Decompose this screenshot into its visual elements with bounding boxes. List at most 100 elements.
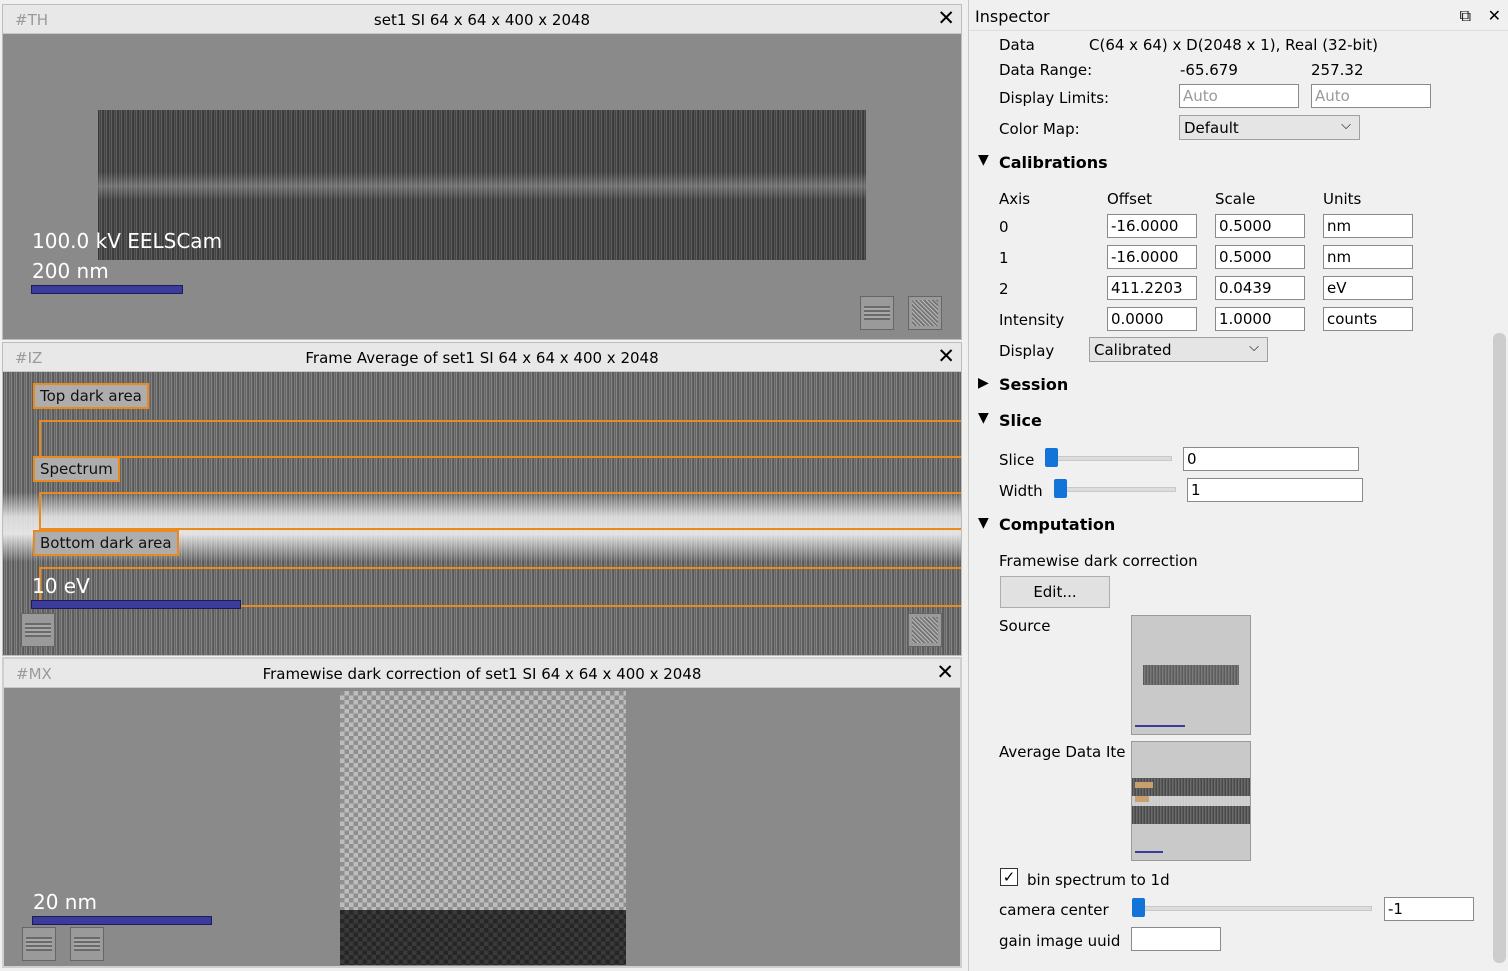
data-range-max: 257.32 xyxy=(1311,61,1364,79)
thumbnail-source-2[interactable] xyxy=(70,927,104,961)
scale-bar xyxy=(31,600,241,609)
camera-center-field[interactable]: -1 xyxy=(1384,897,1474,921)
triangle-down-icon[interactable]: ▼ xyxy=(978,152,989,168)
col-header-scale: Scale xyxy=(1215,190,1256,208)
col-header-units: Units xyxy=(1323,190,1362,208)
thumbnail-dependent[interactable] xyxy=(908,613,942,647)
slice-slider-handle[interactable] xyxy=(1045,448,1058,467)
scale-bar xyxy=(31,285,183,294)
close-icon[interactable]: ✕ xyxy=(937,6,955,30)
scale-label: 20 nm xyxy=(33,890,97,914)
computation-heading[interactable]: Computation xyxy=(999,515,1115,534)
gain-image-label: gain image uuid xyxy=(999,932,1121,950)
display-limit-high-field[interactable]: Auto xyxy=(1311,84,1431,108)
color-map-label: Color Map: xyxy=(999,120,1080,138)
close-icon[interactable]: ✕ xyxy=(937,344,955,368)
calibrations-heading[interactable]: Calibrations xyxy=(999,153,1108,172)
calibration-units-field[interactable]: counts xyxy=(1323,307,1413,331)
average-data-preview[interactable] xyxy=(1131,741,1251,861)
slice-label: Slice xyxy=(999,451,1035,469)
camera-center-slider-handle[interactable] xyxy=(1132,898,1145,917)
preview-image xyxy=(1143,665,1239,685)
data-value: C(64 x 64) x D(2048 x 1), Real (32-bit) xyxy=(1089,36,1378,54)
panel-title-bar: #TH set1 SI 64 x 64 x 400 x 2048 ✕ xyxy=(3,5,961,34)
calibration-units-field[interactable]: eV xyxy=(1323,276,1413,300)
calibration-offset-field[interactable]: -16.0000 xyxy=(1107,214,1197,238)
region-top-dark-area[interactable] xyxy=(39,420,961,458)
close-icon[interactable]: ✕ xyxy=(1488,6,1501,25)
average-data-label: Average Data Ite xyxy=(999,743,1126,761)
slice-field[interactable]: 0 xyxy=(1183,447,1359,471)
data-label: Data xyxy=(999,36,1035,54)
scale-label: 10 eV xyxy=(32,574,90,598)
calibration-units-field[interactable]: nm xyxy=(1323,245,1413,269)
preview-scale-bar xyxy=(1135,725,1185,727)
calibration-units-field[interactable]: nm xyxy=(1323,214,1413,238)
computation-name: Framewise dark correction xyxy=(999,552,1198,570)
region-label[interactable]: Bottom dark area xyxy=(33,530,179,556)
width-slider[interactable] xyxy=(1054,487,1176,492)
data-range-label: Data Range: xyxy=(999,61,1093,79)
calibration-axis: 2 xyxy=(999,280,1009,298)
display-select[interactable]: Calibrated ⌵ xyxy=(1089,337,1268,362)
preview-image xyxy=(1132,778,1250,824)
calibration-axis: Intensity xyxy=(999,311,1065,329)
camera-center-slider[interactable] xyxy=(1132,906,1372,911)
width-label: Width xyxy=(999,482,1043,500)
triangle-down-icon[interactable]: ▼ xyxy=(978,410,989,426)
image-display[interactable] xyxy=(340,691,626,965)
display-limits-label: Display Limits: xyxy=(999,89,1110,107)
slice-slider[interactable] xyxy=(1045,456,1172,461)
thumbnail-source[interactable] xyxy=(860,296,894,330)
float-window-icon[interactable]: ⧉ xyxy=(1460,6,1471,26)
bin-spectrum-label[interactable]: bin spectrum to 1d xyxy=(1027,871,1170,889)
source-preview[interactable] xyxy=(1131,615,1251,735)
scale-bar xyxy=(32,916,212,925)
close-icon[interactable]: ✕ xyxy=(936,660,954,684)
thumbnail-dependent[interactable] xyxy=(908,296,942,330)
panel-title: Frame Average of set1 SI 64 x 64 x 400 x… xyxy=(305,349,659,367)
col-header-axis: Axis xyxy=(999,190,1031,208)
edit-button[interactable]: Edit... xyxy=(1000,576,1110,608)
color-map-value: Default xyxy=(1184,119,1239,137)
display-panel-top[interactable]: #TH set1 SI 64 x 64 x 400 x 2048 ✕ 100.0… xyxy=(2,4,962,340)
panel-title: set1 SI 64 x 64 x 400 x 2048 xyxy=(373,11,591,29)
display-limit-low-field[interactable]: Auto xyxy=(1179,84,1299,108)
display-panel-bottom[interactable]: #MX Framewise dark correction of set1 SI… xyxy=(2,657,962,968)
panel-title-bar: #IZ Frame Average of set1 SI 64 x 64 x 4… xyxy=(3,343,961,372)
bin-spectrum-checkbox[interactable]: ✓ xyxy=(1000,868,1018,886)
calibration-offset-field[interactable]: 411.2203 xyxy=(1107,276,1197,300)
calibration-scale-field[interactable]: 0.5000 xyxy=(1215,214,1305,238)
inspector-title: Inspector xyxy=(975,7,1050,26)
color-map-select[interactable]: Default ⌵ xyxy=(1179,115,1360,140)
calibration-offset-field[interactable]: -16.0000 xyxy=(1107,245,1197,269)
region-spectrum[interactable] xyxy=(39,492,961,530)
source-label: Source xyxy=(999,617,1051,635)
width-field[interactable]: 1 xyxy=(1187,478,1363,502)
display-panel-middle[interactable]: #IZ Frame Average of set1 SI 64 x 64 x 4… xyxy=(2,342,962,656)
scale-label: 200 nm xyxy=(32,259,109,283)
session-heading[interactable]: Session xyxy=(999,375,1068,394)
triangle-right-icon[interactable]: ▶ xyxy=(978,375,989,391)
dark-strip xyxy=(340,910,626,965)
calibration-offset-field[interactable]: 0.0000 xyxy=(1107,307,1197,331)
width-slider-handle[interactable] xyxy=(1054,479,1067,498)
calibration-scale-field[interactable]: 0.0439 xyxy=(1215,276,1305,300)
chevron-down-icon: ⌵ xyxy=(1341,118,1351,133)
calibration-scale-field[interactable]: 0.5000 xyxy=(1215,245,1305,269)
thumbnail-source[interactable] xyxy=(22,927,56,961)
region-label[interactable]: Spectrum xyxy=(33,456,120,482)
triangle-down-icon[interactable]: ▼ xyxy=(978,515,989,531)
calibration-axis: 1 xyxy=(999,249,1009,267)
slice-heading[interactable]: Slice xyxy=(999,411,1042,430)
display-label: Display xyxy=(999,342,1055,360)
inspector-scrollbar[interactable] xyxy=(1493,333,1506,963)
chevron-down-icon: ⌵ xyxy=(1249,340,1259,355)
col-header-offset: Offset xyxy=(1107,190,1153,208)
gain-image-field[interactable] xyxy=(1131,927,1221,951)
thumbnail-source[interactable] xyxy=(21,613,55,647)
calibration-scale-field[interactable]: 1.0000 xyxy=(1215,307,1305,331)
data-range-min: -65.679 xyxy=(1180,61,1238,79)
inspector-panel: Inspector ⧉ ✕ Data C(64 x 64) x D(2048 x… xyxy=(968,0,1508,971)
region-label[interactable]: Top dark area xyxy=(33,383,149,409)
